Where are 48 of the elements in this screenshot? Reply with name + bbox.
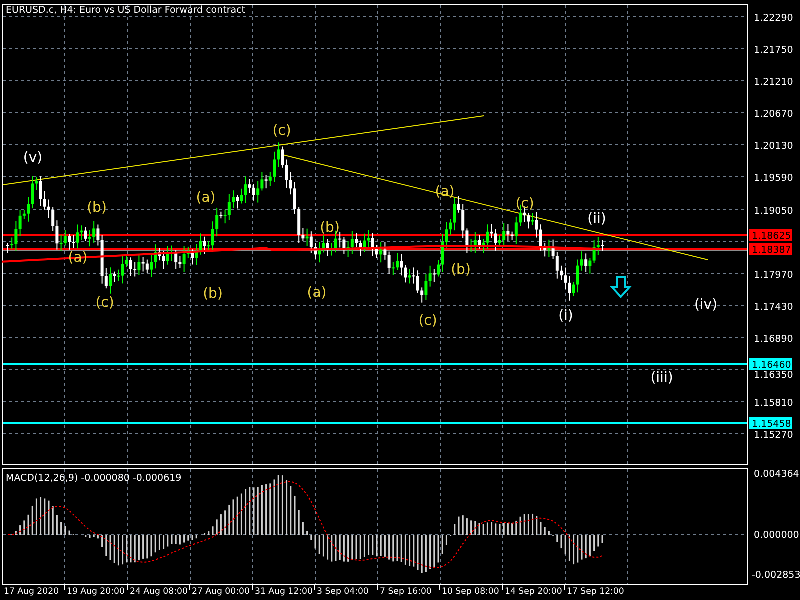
time-axis-label: 17 Aug 2020 — [4, 587, 60, 597]
wave-label: (i) — [558, 308, 574, 324]
wave-label: (b) — [203, 286, 223, 302]
price-axis-label: 1.19590 — [754, 173, 794, 184]
time-axis-label: 17 Sep 12:00 — [567, 587, 624, 597]
price-axis-label: 1.17970 — [754, 270, 794, 281]
wave-label: (b) — [320, 220, 340, 236]
time-axis-label: 31 Aug 12:00 — [255, 587, 313, 597]
price-axis-label: 1.17430 — [754, 302, 794, 313]
wave-label: (b) — [451, 262, 471, 278]
price-level-tag: 1.15458 — [749, 417, 792, 430]
time-axis-label: 10 Sep 08:00 — [442, 587, 500, 597]
down-arrow-icon — [610, 276, 632, 298]
price-level-tag: 1.18387 — [749, 243, 792, 256]
wave-label: (c) — [96, 295, 114, 311]
time-axis-label: 24 Aug 08:00 — [130, 587, 188, 597]
price-axis-label: 1.16350 — [754, 370, 794, 381]
macd-axis-label: -0.002853 — [752, 570, 800, 581]
price-axis-label: 1.20130 — [754, 141, 794, 152]
wave-label: (c) — [516, 196, 534, 212]
price-axis-label: 1.19050 — [754, 206, 794, 217]
wave-label: (iv) — [694, 297, 718, 313]
price-axis-label: 1.21750 — [754, 45, 794, 56]
price-axis-label: 1.15270 — [754, 430, 794, 441]
macd-axis-label: 0.000000 — [754, 530, 800, 541]
wave-label: (ii) — [588, 211, 606, 227]
wave-label: (b) — [87, 200, 107, 216]
wave-label: (c) — [272, 123, 292, 139]
wave-label: (a) — [196, 190, 216, 206]
macd-label: MACD(12,26,9) -0.000080 -0.000619 — [6, 473, 182, 484]
time-axis-label: 27 Aug 00:00 — [192, 587, 250, 597]
price-axis-label: 1.15810 — [754, 398, 794, 409]
time-axis-label: 14 Sep 20:00 — [505, 587, 562, 597]
chart-title: EURUSD.c, H4: Euro vs US Dollar Forward contract — [6, 5, 246, 16]
price-axis-label: 1.20670 — [754, 109, 794, 120]
wave-label: (v) — [23, 150, 43, 166]
price-axis-label: 1.16890 — [754, 334, 794, 345]
wave-label: (a) — [307, 285, 327, 301]
wave-label: (c) — [418, 313, 438, 329]
time-axis-label: 7 Sep 16:00 — [380, 587, 432, 597]
time-axis-label: 19 Aug 20:00 — [67, 587, 125, 597]
price-level-tag: 1.16460 — [749, 358, 792, 371]
price-level-tag: 1.18625 — [749, 229, 792, 242]
price-axis-label: 1.22290 — [754, 13, 794, 24]
price-axis-label: 1.21210 — [754, 77, 794, 88]
macd-axis-label: 0.004364 — [754, 469, 800, 480]
wave-label: (iii) — [650, 370, 674, 386]
time-axis-label: 3 Sep 04:00 — [317, 587, 369, 597]
